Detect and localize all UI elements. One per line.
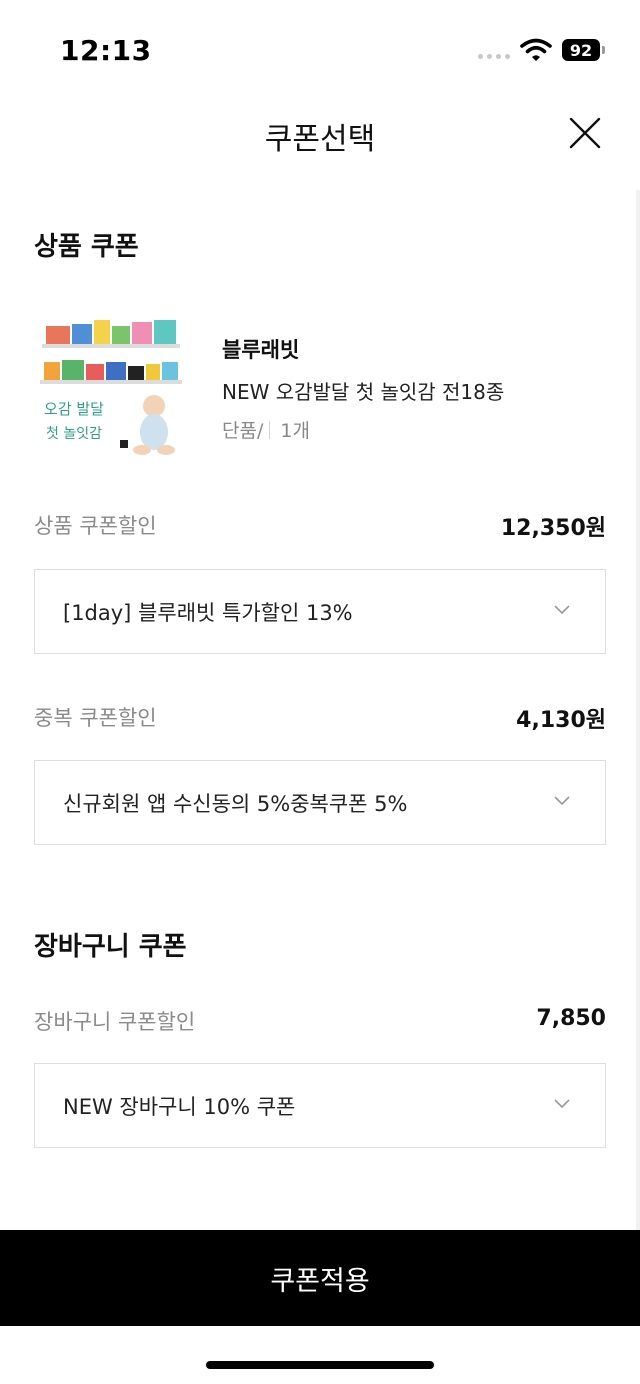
section-title-product-coupon: 상품 쿠폰 [34, 232, 139, 262]
product-name: NEW 오감발달 첫 놀잇감 전18종 [222, 380, 505, 404]
cart-coupon-selected: NEW 장바구니 10% 쿠폰 [63, 1095, 296, 1119]
wifi-icon [520, 38, 552, 61]
chevron-down-icon [554, 796, 570, 806]
duplicate-coupon-selected: 신규회원 앱 수신동의 5%중복쿠폰 5% [63, 792, 408, 816]
chevron-down-icon [554, 605, 570, 615]
duplicate-coupon-discount-label: 중복 쿠폰할인 [34, 706, 157, 730]
cart-coupon-select[interactable]: NEW 장바구니 10% 쿠폰 [34, 1063, 606, 1148]
product-quantity: 1개 [280, 420, 310, 442]
status-bar: 12:13 92 [0, 0, 640, 100]
product-coupon-discount-label: 상품 쿠폰할인 [34, 514, 157, 538]
page-title: 쿠폰선택 [264, 122, 376, 157]
close-icon[interactable] [568, 116, 602, 150]
battery-tip [602, 46, 605, 54]
chevron-down-icon [554, 1099, 570, 1109]
product-item: 오감 발달 첫 놀잇감 블루래빗 NEW 오감발달 첫 놀잇감 전18종 단품/… [36, 310, 616, 460]
product-brand: 블루래빗 [222, 338, 300, 362]
svg-text:첫 놀잇감: 첫 놀잇감 [46, 426, 102, 442]
status-time: 12:13 [60, 34, 152, 67]
modal-header: 쿠폰선택 [0, 100, 640, 170]
section-title-cart-coupon: 장바구니 쿠폰 [34, 932, 187, 962]
cellular-signal-icon [478, 54, 510, 59]
apply-coupon-button[interactable]: 쿠폰적용 [0, 1230, 640, 1326]
product-option: 단품/ 1개 [222, 416, 310, 443]
duplicate-coupon-discount-amount: 4,130원 [516, 708, 606, 733]
product-thumbnail: 오감 발달 첫 놀잇감 [36, 310, 186, 460]
home-indicator[interactable] [206, 1361, 434, 1369]
cart-coupon-discount-row: 장바구니 쿠폰할인 7,850 [34, 1006, 606, 1036]
battery-icon: 92 [562, 39, 600, 61]
product-coupon-discount-amount: 12,350원 [500, 516, 606, 541]
scroll-edge [636, 190, 640, 1240]
duplicate-coupon-discount-row: 중복 쿠폰할인 4,130원 [34, 702, 606, 733]
product-option-label: 단품/ [222, 420, 264, 442]
battery-level: 92 [569, 40, 593, 60]
product-coupon-selected: [1day] 블루래빗 특가할인 13% [63, 601, 353, 625]
cart-coupon-discount-amount: 7,850 [536, 1006, 606, 1031]
product-coupon-select[interactable]: [1day] 블루래빗 특가할인 13% [34, 569, 606, 654]
divider [269, 420, 271, 439]
duplicate-coupon-select[interactable]: 신규회원 앱 수신동의 5%중복쿠폰 5% [34, 760, 606, 845]
cart-coupon-discount-label: 장바구니 쿠폰할인 [34, 1010, 196, 1034]
product-coupon-discount-row: 상품 쿠폰할인 12,350원 [34, 510, 606, 541]
svg-text:오감 발달: 오감 발달 [44, 400, 104, 418]
